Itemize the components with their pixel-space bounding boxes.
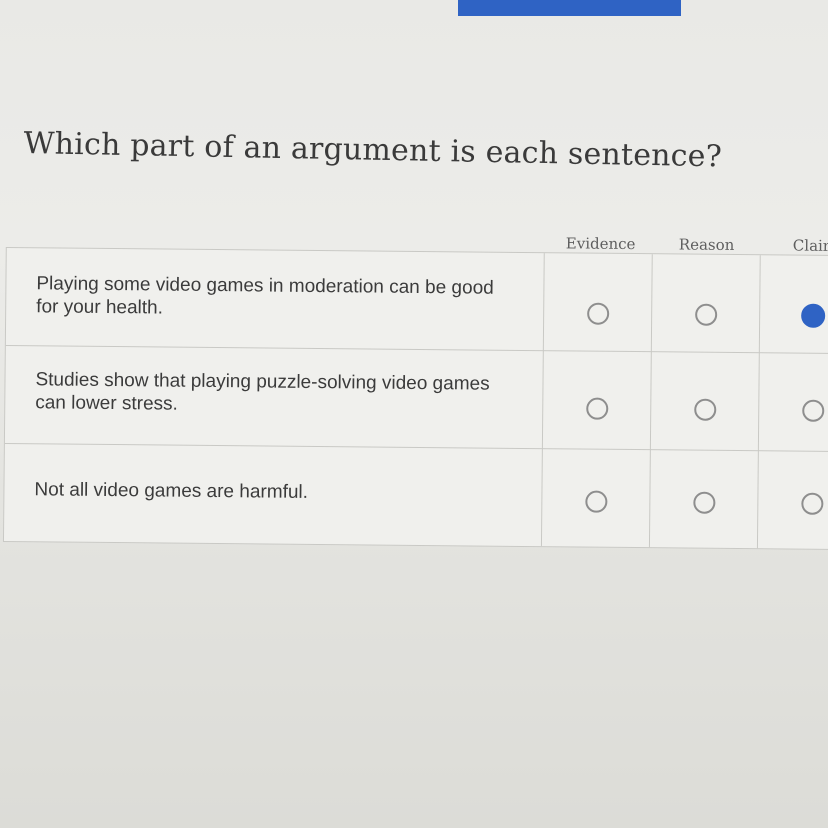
top-action-button[interactable] [458, 0, 681, 16]
answer-grid: Evidence Reason Clair Playing some video… [2, 225, 828, 553]
radio-row1-reason[interactable] [695, 303, 718, 326]
table-row: Studies show that playing puzzle-solving… [4, 346, 828, 453]
column-header-claim: Clair [792, 236, 828, 255]
radio-row1-claim[interactable] [801, 303, 826, 328]
column-header-reason: Reason [678, 235, 735, 254]
radio-row2-claim[interactable] [802, 399, 825, 422]
question-title: Which part of an argument is each senten… [23, 126, 723, 175]
radio-row3-reason[interactable] [693, 491, 716, 514]
radio-row3-evidence[interactable] [585, 490, 608, 513]
radio-row1-evidence[interactable] [587, 302, 610, 325]
row-sentence: Studies show that playing puzzle-solving… [35, 369, 490, 415]
radio-row2-reason[interactable] [694, 398, 717, 421]
radio-row3-claim[interactable] [801, 492, 824, 515]
column-header-evidence: Evidence [565, 234, 636, 254]
table-row: Playing some video games in moderation c… [5, 248, 828, 355]
answer-table: Playing some video games in moderation c… [2, 246, 828, 551]
row-sentence: Not all video games are harmful. [34, 479, 309, 503]
table-row: Not all video games are harmful. [4, 444, 828, 549]
row-sentence: Playing some video games in moderation c… [36, 273, 494, 319]
radio-row2-evidence[interactable] [586, 397, 609, 420]
